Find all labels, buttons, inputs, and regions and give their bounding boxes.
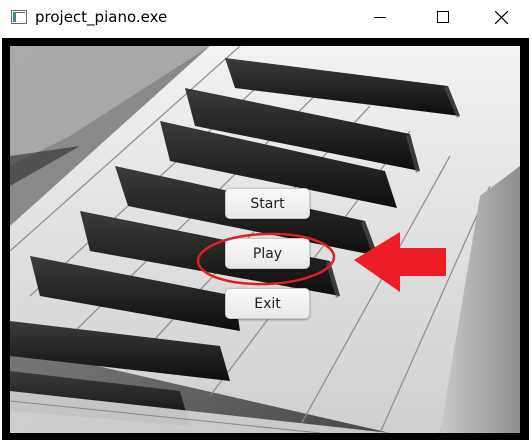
close-button[interactable] (478, 0, 524, 34)
app-icon (11, 10, 27, 24)
red-arrow-icon (354, 232, 446, 292)
close-icon (494, 10, 508, 24)
minimize-icon (374, 17, 386, 18)
maximize-button[interactable] (420, 0, 466, 34)
maximize-icon (437, 11, 449, 23)
minimize-button[interactable] (357, 0, 403, 34)
app-window: project_piano.exe Start Play Exit (0, 0, 532, 442)
annotation-overlay (196, 232, 446, 292)
game-canvas: Start Play Exit (2, 38, 529, 440)
title-bar[interactable]: project_piano.exe (0, 0, 532, 36)
highlight-circle (196, 232, 336, 286)
window-title: project_piano.exe (35, 8, 168, 26)
